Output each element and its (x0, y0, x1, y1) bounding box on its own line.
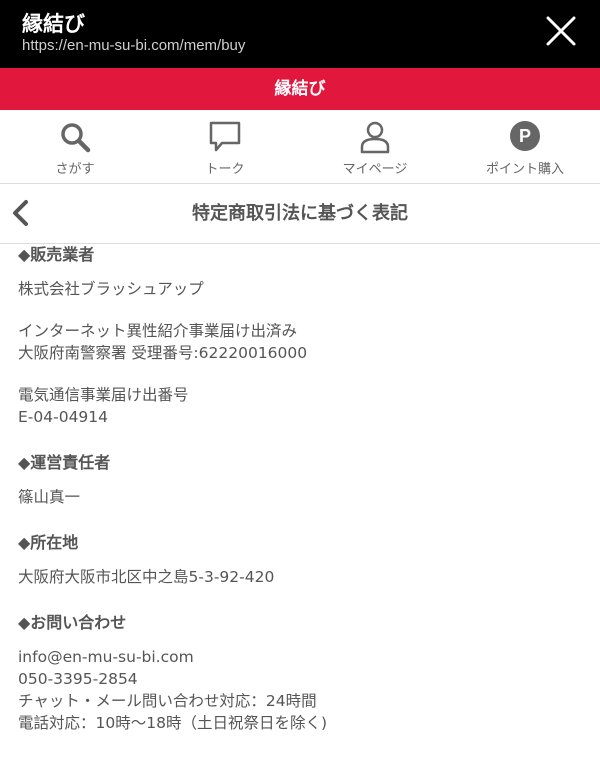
address-value: 大阪府大阪市北区中之島5-3-92-420 (18, 568, 275, 586)
close-icon[interactable] (544, 14, 578, 48)
section-title-contact: ◆お問い合わせ (18, 613, 127, 632)
contact-phone-hours: 電話対応：10時～18時（土日祝祭日を除く) (18, 714, 327, 732)
section-title-address: ◆所在地 (18, 533, 79, 552)
telecom-registration-label: 電気通信事業届け出番号 (18, 386, 189, 404)
main-nav: さがす トーク マイページ P ポイント購入 (0, 110, 600, 184)
search-icon (61, 123, 91, 153)
browser-title: 縁結び (22, 12, 85, 36)
browser-url: https://en-mu-su-bi.com/mem/buy (22, 37, 246, 54)
speech-bubble-icon (209, 121, 241, 152)
nav-item-mypage[interactable]: マイページ (300, 110, 450, 183)
page-title: 特定商取引法に基づく表記 (192, 203, 408, 224)
nav-item-label: ポイント購入 (485, 162, 564, 177)
dating-service-notice: インターネット異性紹介事業届け出済み (18, 322, 298, 340)
legal-notice-content: ◆販売業者 株式会社ブラッシュアップ インターネット異性紹介事業届け出済み 大阪… (18, 244, 588, 734)
point-p-icon: P (510, 121, 540, 151)
manager-name: 篠山真一 (18, 488, 81, 506)
contact-phone[interactable]: 050-3395-2854 (18, 668, 588, 690)
brand-bar: 縁結び (0, 68, 600, 110)
browser-top-bar: 縁結び https://en-mu-su-bi.com/mem/buy (0, 0, 600, 68)
svg-text:P: P (519, 126, 531, 146)
nav-item-buy-points[interactable]: P ポイント購入 (450, 110, 600, 183)
nav-item-talk[interactable]: トーク (150, 110, 300, 183)
nav-item-label: さがす (55, 162, 95, 177)
page-header: 特定商取引法に基づく表記 (0, 184, 600, 244)
telecom-registration-number: E-04-04914 (18, 408, 109, 426)
police-receipt-number: 大阪府南警察署 受理番号:62220016000 (18, 344, 308, 362)
person-icon (360, 121, 390, 154)
nav-item-search[interactable]: さがす (0, 110, 150, 183)
contact-email[interactable]: info@en-mu-su-bi.com (18, 646, 588, 668)
nav-item-label: マイページ (342, 162, 408, 177)
contact-chat-hours: チャット・メール問い合わせ対応：24時間 (18, 692, 317, 710)
section-title-seller: ◆販売業者 (18, 245, 95, 264)
section-title-manager: ◆運営責任者 (18, 453, 111, 472)
nav-item-label: トーク (205, 162, 245, 177)
brand-name: 縁結び (274, 79, 326, 99)
seller-company: 株式会社ブラッシュアップ (18, 280, 204, 298)
